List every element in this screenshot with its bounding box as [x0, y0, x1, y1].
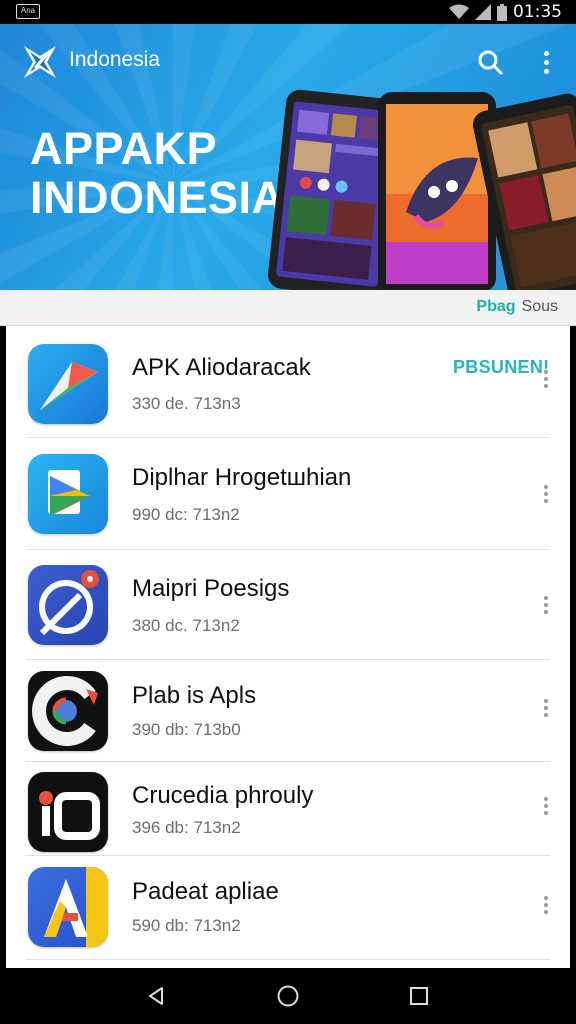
back-button[interactable] — [140, 980, 172, 1012]
divider — [26, 959, 550, 960]
app-meta: 380 dc. 713n2 — [132, 616, 240, 635]
app-meta: 390 db: 713b0 — [132, 720, 241, 739]
dot — [544, 811, 548, 815]
list-item[interactable]: Plab is Apls 390 db: 713b0 — [6, 660, 570, 762]
chrome-ring-icon — [28, 671, 108, 751]
record-icon — [28, 772, 108, 852]
dot — [544, 896, 548, 900]
app-meta: 396 db: 713n2 — [132, 818, 241, 837]
install-button[interactable]: PBSUNEN! — [453, 357, 549, 378]
dot — [544, 370, 548, 374]
dot — [544, 713, 548, 717]
dot — [544, 903, 548, 907]
brand-title: Indonesia — [69, 48, 161, 71]
section-tab-strip: Pbag Sous — [0, 290, 576, 326]
row-more-button[interactable] — [538, 794, 554, 818]
status-bar: Ana 01:35 — [0, 0, 576, 24]
banner-title-line2: INDONESIA — [30, 172, 285, 223]
dot — [544, 610, 548, 614]
row-more-button[interactable] — [538, 696, 554, 720]
list-item[interactable]: Padeat apliae 590 db: 713n2 — [6, 856, 570, 960]
header-banner: Indonesia APPAKP INDONESIA — [0, 24, 576, 290]
app-name: APK Aliodaracak — [132, 354, 311, 381]
battery-icon — [497, 3, 507, 21]
app-name: Plab is Apls — [132, 682, 257, 709]
dot — [544, 485, 548, 489]
phones-illustration — [267, 89, 576, 290]
notification-label: Ana — [20, 6, 36, 15]
wifi-icon — [449, 4, 469, 19]
tab-sort[interactable]: Pbag Sous — [476, 298, 558, 316]
recents-button[interactable] — [403, 980, 435, 1012]
dot — [544, 377, 548, 381]
app-list: APK Aliodaracak 330 de. 713n3 PBSUNEN! D… — [6, 326, 570, 968]
paper-plane-icon — [28, 344, 108, 424]
clock: 01:35 — [513, 2, 562, 22]
navigation-bar — [0, 968, 576, 1024]
app-name: Padeat apliae — [132, 878, 279, 905]
list-item[interactable]: APK Aliodaracak 330 de. 713n3 PBSUNEN! — [6, 326, 570, 438]
tab-highlight: Pbag — [476, 298, 516, 315]
dot — [544, 910, 548, 914]
app-name: Maipri Poesigs — [132, 575, 290, 602]
dot — [544, 797, 548, 801]
row-more-button[interactable] — [538, 367, 554, 391]
dot — [544, 804, 548, 808]
recents-icon — [410, 987, 428, 1005]
home-button[interactable] — [272, 980, 304, 1012]
tab-label: Sous — [521, 298, 558, 315]
status-icons: 01:35 — [449, 1, 562, 23]
dot — [544, 603, 548, 607]
notification-icon: Ana — [16, 4, 40, 19]
app-meta: 590 db: 713n2 — [132, 916, 241, 935]
app-logo-icon[interactable] — [20, 42, 60, 82]
dot — [543, 50, 549, 56]
row-more-button[interactable] — [538, 593, 554, 617]
list-item[interactable]: Diplhar Hrogetшhian 990 dc: 713n2 — [6, 438, 570, 550]
play-document-icon — [28, 454, 108, 534]
back-icon — [149, 987, 163, 1005]
banner-title-line1: APPAKP — [30, 123, 218, 174]
app-name: Diplhar Hrogetшhian — [132, 464, 352, 491]
signal-icon — [475, 4, 491, 20]
dot — [544, 596, 548, 600]
dot — [544, 706, 548, 710]
dot — [544, 384, 548, 388]
letter-a-icon — [28, 867, 108, 947]
list-item[interactable]: Crucedia phrouly 396 db: 713n2 — [6, 762, 570, 856]
app-name: Crucedia phrouly — [132, 782, 314, 809]
app-meta: 330 de. 713n3 — [132, 394, 241, 413]
banner-title: APPAKP INDONESIA — [30, 124, 285, 222]
home-icon — [277, 985, 299, 1007]
app-meta: 990 dc: 713n2 — [132, 505, 240, 524]
dot — [544, 499, 548, 503]
dot — [544, 492, 548, 496]
list-item[interactable]: Maipri Poesigs 380 dc. 713n2 — [6, 550, 570, 660]
row-more-button[interactable] — [538, 893, 554, 917]
chat-badge-icon — [28, 565, 108, 645]
row-more-button[interactable] — [538, 482, 554, 506]
dot — [544, 699, 548, 703]
